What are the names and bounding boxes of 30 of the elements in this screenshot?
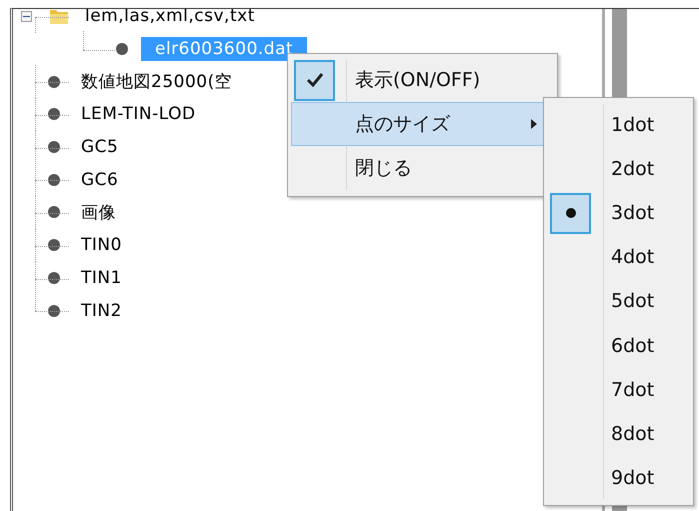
- tree-item[interactable]: TIN0: [67, 233, 136, 258]
- bullet-icon: [47, 238, 61, 252]
- bullet-icon: [115, 42, 129, 56]
- tree-item[interactable]: TIN1: [67, 266, 136, 290]
- radio-dot-icon: [566, 208, 576, 218]
- tree-item[interactable]: GC6: [67, 168, 132, 192]
- bullet-icon: [47, 270, 61, 285]
- menu-item[interactable]: 9dot: [547, 456, 690, 500]
- bullet-icon: [47, 172, 61, 187]
- menu-item[interactable]: 6dot: [547, 324, 690, 368]
- menu-item[interactable]: 8dot: [547, 412, 690, 456]
- bullet-icon: [47, 205, 61, 220]
- menu-item[interactable]: 2dot: [547, 147, 690, 192]
- menu-item[interactable]: 4dot: [547, 235, 690, 280]
- bullet-icon: [47, 74, 61, 89]
- menu-item[interactable]: 7dot: [547, 368, 690, 412]
- menu-item[interactable]: 5dot: [547, 279, 690, 324]
- bullet-icon: [47, 140, 61, 154]
- tree-item[interactable]: GC5: [67, 135, 132, 160]
- menu-item[interactable]: 3dot: [547, 191, 690, 236]
- tree-item[interactable]: 画像: [67, 198, 130, 226]
- tree-item[interactable]: 数値地図25000(空: [67, 68, 246, 96]
- folder-icon: [49, 9, 69, 26]
- check-icon: [306, 72, 324, 88]
- submenu-arrow-icon: [531, 119, 537, 129]
- bullet-icon: [47, 304, 61, 318]
- collapse-toggle[interactable]: [21, 10, 32, 22]
- tree-item[interactable]: LEM-TIN-LOD: [67, 102, 210, 126]
- tree-item[interactable]: TIN2: [67, 298, 136, 323]
- bullet-icon: [47, 107, 61, 122]
